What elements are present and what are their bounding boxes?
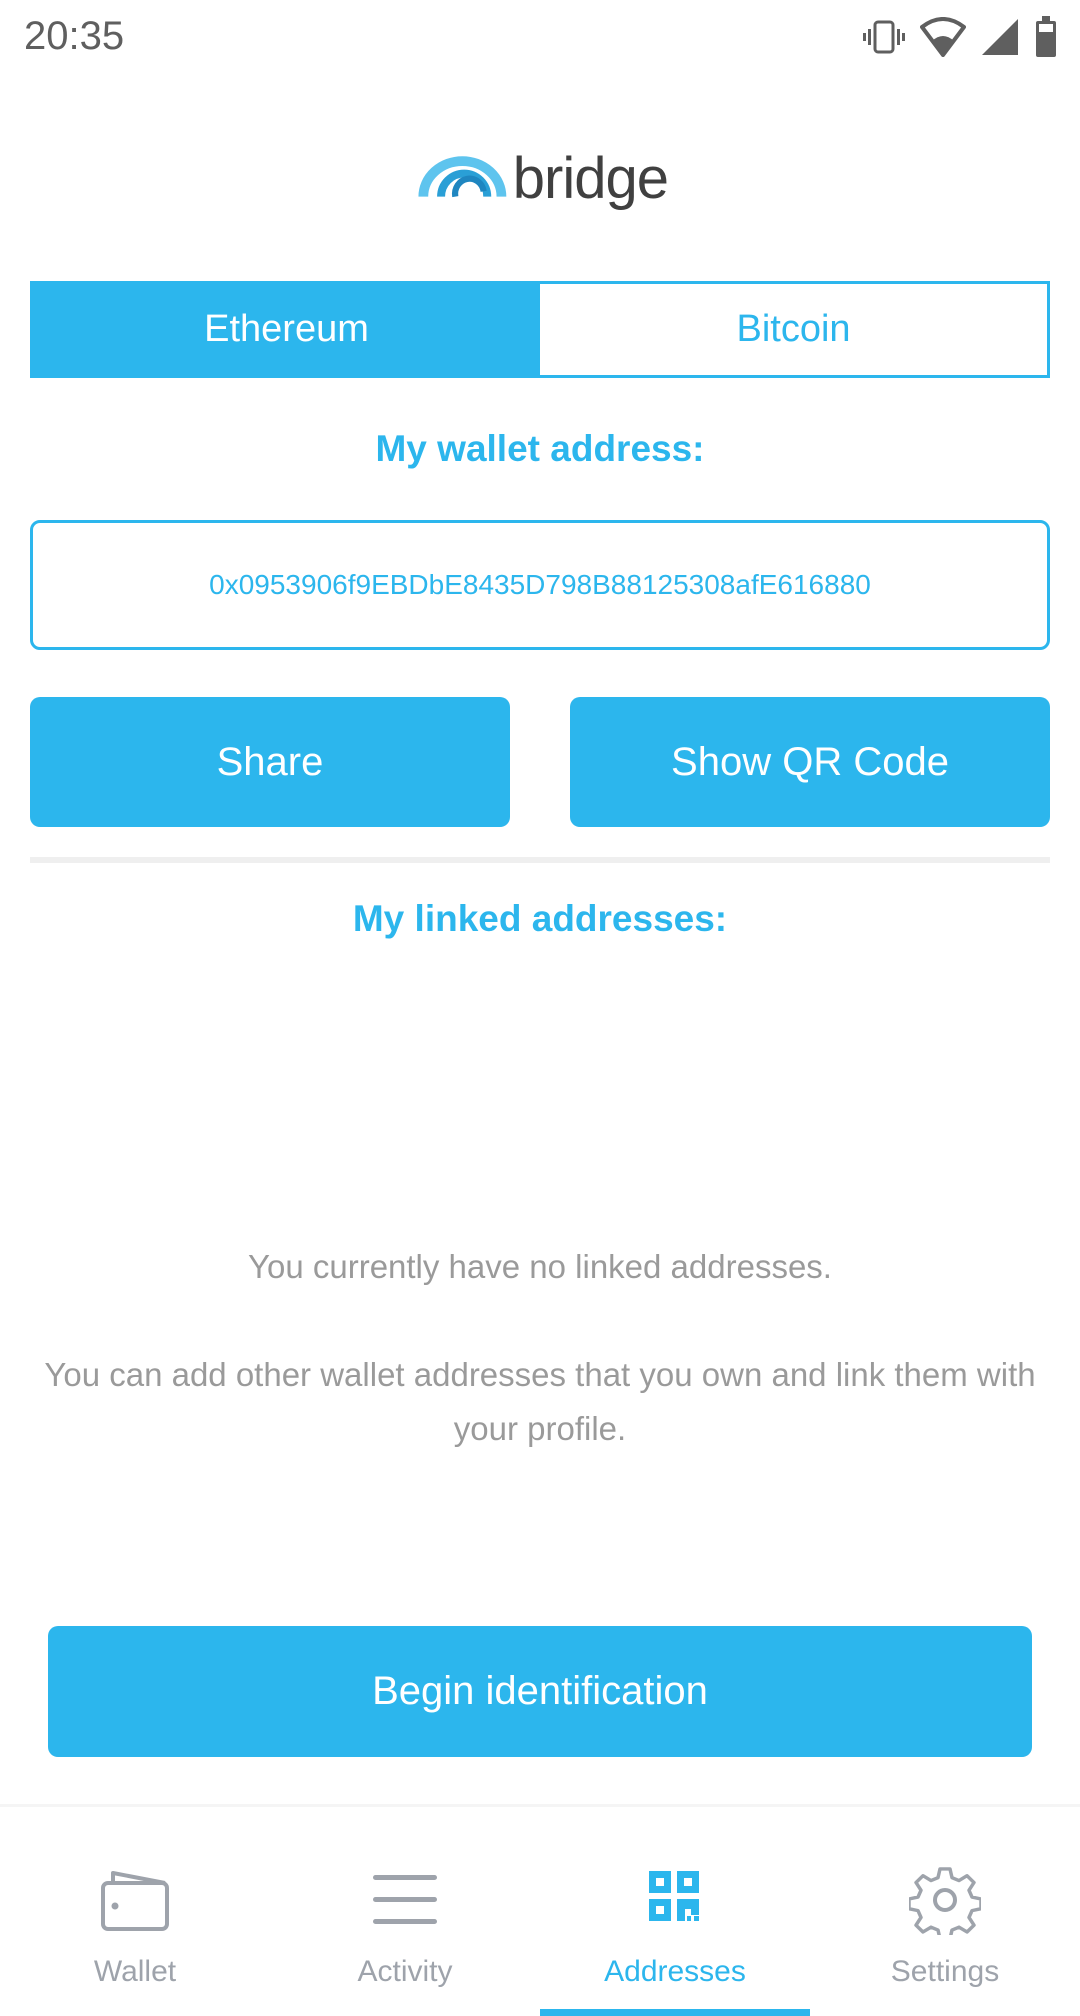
nav-label-activity: Activity — [357, 1955, 453, 1988]
status-time: 20:35 — [24, 14, 125, 58]
begin-identification-button[interactable]: Begin identification — [48, 1626, 1032, 1757]
status-bar: 20:35 — [0, 0, 1080, 72]
wallet-address-value: 0x0953906f9EBDbE8435D798B88125308afE6168… — [209, 569, 871, 600]
battery-icon — [1036, 16, 1056, 57]
bottom-nav: Wallet Activity Addresses Settings — [0, 1807, 1080, 2016]
nav-label-addresses: Addresses — [604, 1955, 746, 1988]
nav-item-activity[interactable]: Activity — [270, 1807, 540, 2016]
no-linked-addresses-message: You currently have no linked addresses. — [248, 1248, 832, 1285]
list-icon — [369, 1867, 441, 1935]
nav-label-wallet: Wallet — [93, 1955, 177, 1988]
nav-item-addresses[interactable]: Addresses — [540, 1807, 810, 2016]
status-icons — [862, 16, 1058, 58]
active-tab-indicator — [540, 2009, 810, 2016]
nav-label-settings: Settings — [890, 1955, 1000, 1988]
wallet-address-heading: My wallet address: — [375, 428, 705, 469]
bridge-arc-logo-icon — [418, 156, 507, 198]
currency-segmented-control: Ethereum Bitcoin — [30, 281, 1050, 378]
gear-icon — [909, 1867, 981, 1935]
wifi-icon — [920, 17, 966, 57]
logo-text: bridge — [512, 145, 669, 211]
nav-item-wallet[interactable]: Wallet — [0, 1807, 270, 2016]
signal-icon — [982, 19, 1018, 55]
qr-code-icon — [639, 1867, 711, 1935]
share-button[interactable]: Share — [30, 697, 510, 827]
linked-addresses-help-text: You can add other wallet addresses that … — [44, 1356, 1036, 1447]
bridge-logo: bridge — [418, 140, 669, 216]
nav-item-settings[interactable]: Settings — [810, 1807, 1080, 2016]
tab-ethereum[interactable]: Ethereum — [33, 284, 540, 375]
tab-bitcoin[interactable]: Bitcoin — [540, 284, 1047, 375]
wallet-icon — [99, 1867, 171, 1935]
show-qr-code-button[interactable]: Show QR Code — [570, 697, 1050, 827]
wallet-address-field[interactable]: 0x0953906f9EBDbE8435D798B88125308afE6168… — [30, 520, 1050, 650]
section-divider — [30, 857, 1050, 863]
vibrate-icon — [863, 20, 905, 54]
linked-addresses-heading: My linked addresses: — [352, 898, 728, 939]
